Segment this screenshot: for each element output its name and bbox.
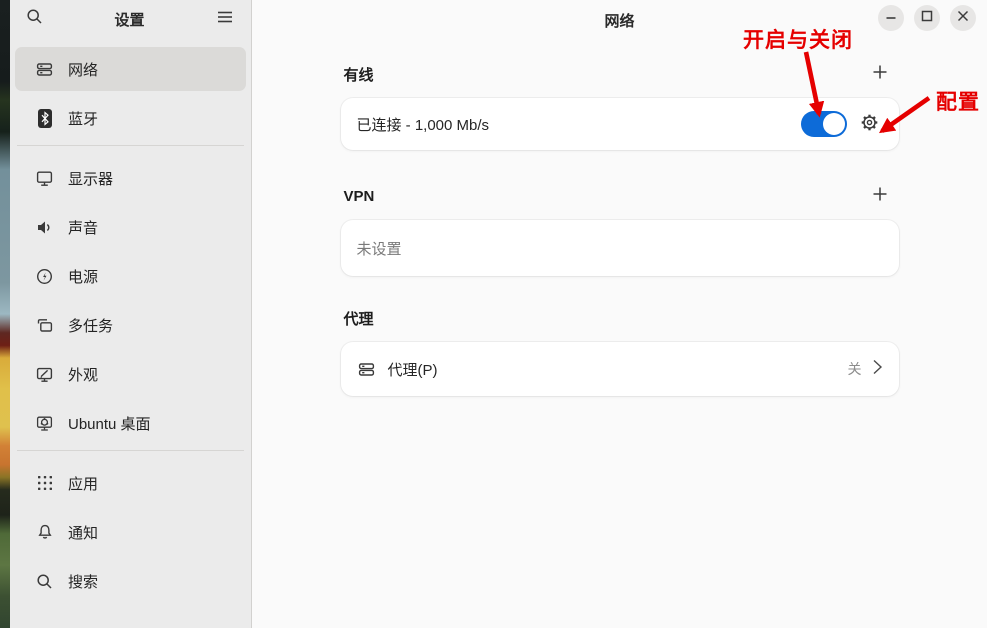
search-icon [26, 8, 43, 30]
bluetooth-icon [35, 109, 54, 128]
network-icon [357, 360, 376, 379]
appearance-icon [35, 365, 54, 384]
sidebar-headerbar: 设置 [10, 0, 251, 38]
proxy-label: 代理(P) [388, 359, 848, 380]
settings-window: 设置 网络 [10, 0, 987, 628]
page-title: 网络 [252, 10, 987, 31]
power-icon [35, 267, 54, 286]
sidebar-item-label: 外观 [68, 364, 98, 385]
notifications-icon [35, 523, 54, 542]
wired-status: 已连接 - 1,000 Mb/s [357, 114, 801, 135]
proxy-status-value: 关 [848, 359, 862, 379]
sidebar-item-search[interactable]: 搜索 [15, 559, 246, 603]
maximize-button[interactable] [914, 5, 940, 31]
main-panel: 网络 [252, 0, 987, 628]
sidebar-separator [17, 450, 244, 451]
window-controls [878, 5, 976, 31]
sidebar-item-notifications[interactable]: 通知 [15, 510, 246, 554]
apps-icon [35, 474, 54, 493]
sound-icon [35, 218, 54, 237]
wired-connection-row[interactable]: 已连接 - 1,000 Mb/s [341, 98, 899, 150]
sidebar-title: 设置 [46, 9, 213, 30]
sidebar-item-label: 声音 [68, 217, 98, 238]
plus-icon [872, 64, 888, 85]
close-button[interactable] [950, 5, 976, 31]
sidebar-item-multitasking[interactable]: 多任务 [15, 303, 246, 347]
hamburger-icon [217, 10, 233, 29]
toggle-knob [823, 113, 845, 135]
display-icon [35, 169, 54, 188]
network-icon [35, 60, 54, 79]
sidebar-item-network[interactable]: 网络 [15, 47, 246, 91]
desktop-wallpaper-strip [0, 0, 10, 628]
sidebar-item-label: 多任务 [68, 315, 113, 336]
sidebar-list: 网络 蓝牙 [10, 38, 251, 608]
plus-icon [872, 186, 888, 207]
multitasking-icon [35, 316, 54, 335]
section-label-wired: 有线 [344, 64, 374, 85]
vpn-status: 未设置 [357, 238, 883, 259]
minimize-icon [885, 9, 897, 27]
search-icon [35, 572, 54, 591]
gear-icon [860, 113, 879, 136]
sidebar-item-ubuntu-desktop[interactable]: Ubuntu 桌面 [15, 401, 246, 445]
wired-card: 已连接 - 1,000 Mb/s [341, 98, 899, 150]
ubuntu-desktop-icon [35, 414, 54, 433]
sidebar-item-appearance[interactable]: 外观 [15, 352, 246, 396]
sidebar-item-apps[interactable]: 应用 [15, 461, 246, 505]
sidebar-separator [17, 145, 244, 146]
settings-content: 有线 已连接 - 1,000 Mb/s [341, 64, 899, 396]
chevron-right-icon [872, 358, 883, 380]
sidebar-item-displays[interactable]: 显示器 [15, 156, 246, 200]
section-proxy: 代理 代理(P) 关 [341, 308, 899, 396]
sidebar-item-label: 应用 [68, 473, 98, 494]
sidebar-item-label: 网络 [68, 59, 98, 80]
search-button[interactable] [22, 7, 46, 31]
wired-settings-button[interactable] [860, 115, 879, 134]
sidebar-item-label: Ubuntu 桌面 [68, 413, 151, 434]
sidebar-item-bluetooth[interactable]: 蓝牙 [15, 96, 246, 140]
section-label-proxy: 代理 [344, 308, 374, 329]
minimize-button[interactable] [878, 5, 904, 31]
close-icon [957, 9, 969, 27]
wired-toggle[interactable] [801, 111, 847, 137]
sidebar-item-label: 蓝牙 [68, 108, 98, 129]
sidebar-item-label: 显示器 [68, 168, 113, 189]
section-label-vpn: VPN [344, 188, 375, 205]
sidebar-item-label: 搜索 [68, 571, 98, 592]
section-wired: 有线 已连接 - 1,000 Mb/s [341, 64, 899, 150]
section-vpn: VPN 未设置 [341, 186, 899, 276]
menu-button[interactable] [213, 7, 237, 31]
vpn-empty-row: 未设置 [341, 220, 899, 276]
sidebar-item-power[interactable]: 电源 [15, 254, 246, 298]
sidebar-item-label: 电源 [68, 266, 98, 287]
add-wired-button[interactable] [868, 62, 892, 86]
sidebar-item-sound[interactable]: 声音 [15, 205, 246, 249]
vpn-card: 未设置 [341, 220, 899, 276]
maximize-icon [921, 9, 933, 27]
sidebar-item-label: 通知 [68, 522, 98, 543]
proxy-card: 代理(P) 关 [341, 342, 899, 396]
add-vpn-button[interactable] [868, 184, 892, 208]
sidebar: 设置 网络 [10, 0, 252, 628]
proxy-row[interactable]: 代理(P) 关 [341, 342, 899, 396]
main-headerbar: 网络 [252, 0, 987, 38]
